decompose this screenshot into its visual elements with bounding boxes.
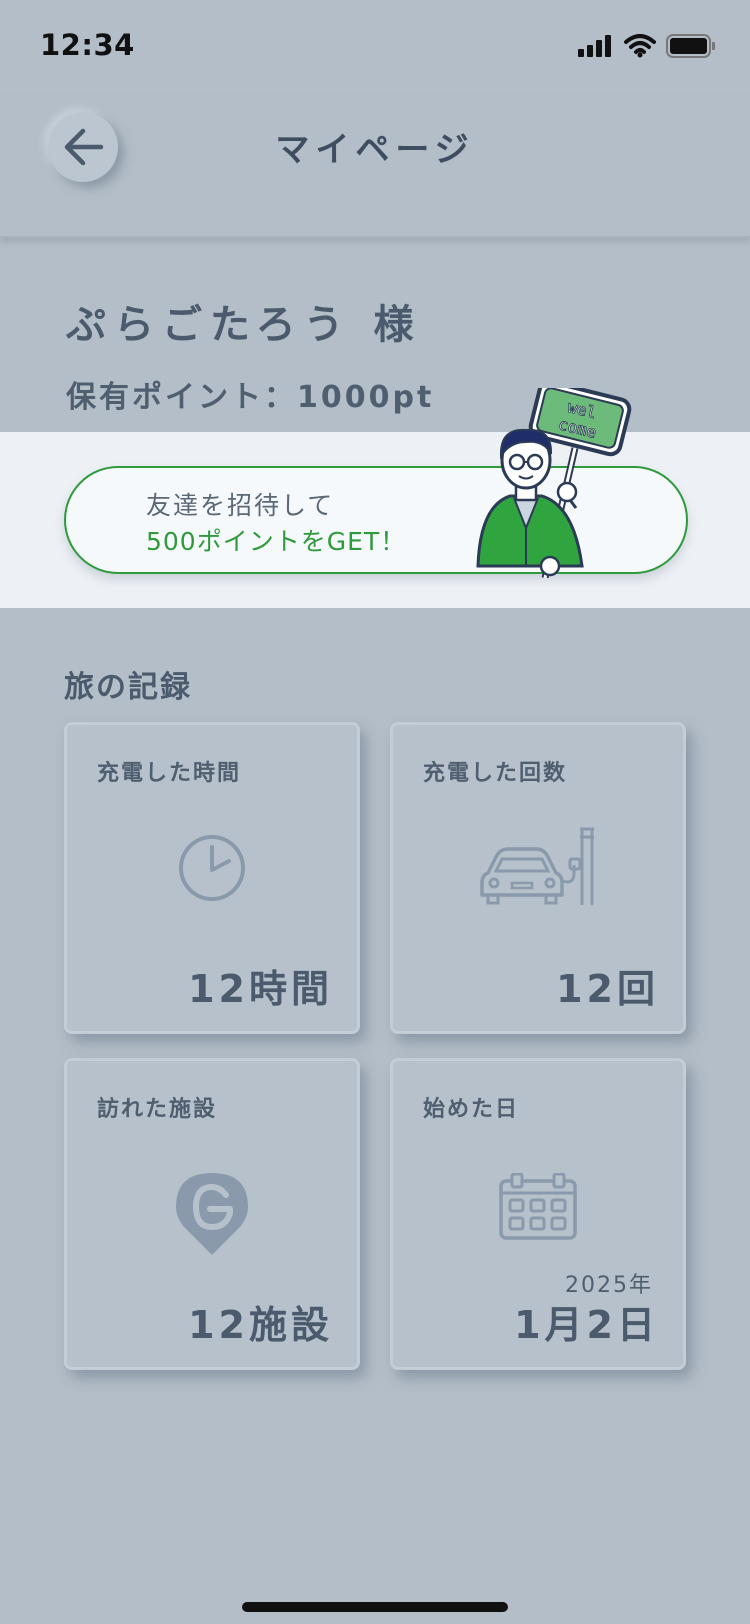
clock-icon: [179, 835, 245, 901]
welcome-person-illustration: wel come: [476, 388, 632, 578]
status-time: 12:34: [40, 28, 135, 62]
page-title: マイページ: [275, 130, 475, 170]
charging-time-card[interactable]: 充電した時間 12時間: [64, 722, 360, 1034]
map-pin-icon: [176, 1173, 248, 1255]
stat-label: 訪れた施設: [97, 1097, 218, 1122]
header: マイページ: [0, 96, 750, 238]
start-date-card[interactable]: 始めた日 2025年 1月2日: [390, 1058, 686, 1370]
invite-text: 友達を招待して: [146, 491, 335, 520]
records-section-title: 旅の記録: [64, 670, 192, 705]
car-charger-icon: [480, 827, 594, 905]
status-icons: [578, 34, 716, 58]
stat-value: 12施設: [188, 1303, 333, 1347]
calendar-icon: [499, 1173, 577, 1240]
invite-reward-text: 500ポイントをGET！: [146, 527, 407, 556]
points-balance: 保有ポイント：1000pt: [66, 380, 435, 415]
charging-count-card[interactable]: 充電した回数 12回: [390, 722, 686, 1034]
status-bar: 12:34: [0, 0, 750, 96]
home-indicator[interactable]: [242, 1602, 508, 1612]
wifi-icon: [624, 34, 656, 58]
stat-value: 12時間: [188, 967, 333, 1011]
battery-icon: [666, 34, 715, 58]
user-name: ぷらごたろう 様: [66, 302, 422, 348]
stat-value: 1月2日: [514, 1303, 659, 1347]
signal-icon: [578, 35, 611, 57]
visited-facilities-card[interactable]: 訪れた施設 12施設: [64, 1058, 360, 1370]
stat-value: 12回: [556, 967, 659, 1011]
stat-label: 充電した回数: [423, 761, 568, 786]
invite-section: 友達を招待して 500ポイントをGET！ wel come: [0, 388, 750, 608]
stat-label: 充電した時間: [97, 761, 242, 786]
stat-label: 始めた日: [423, 1097, 520, 1122]
